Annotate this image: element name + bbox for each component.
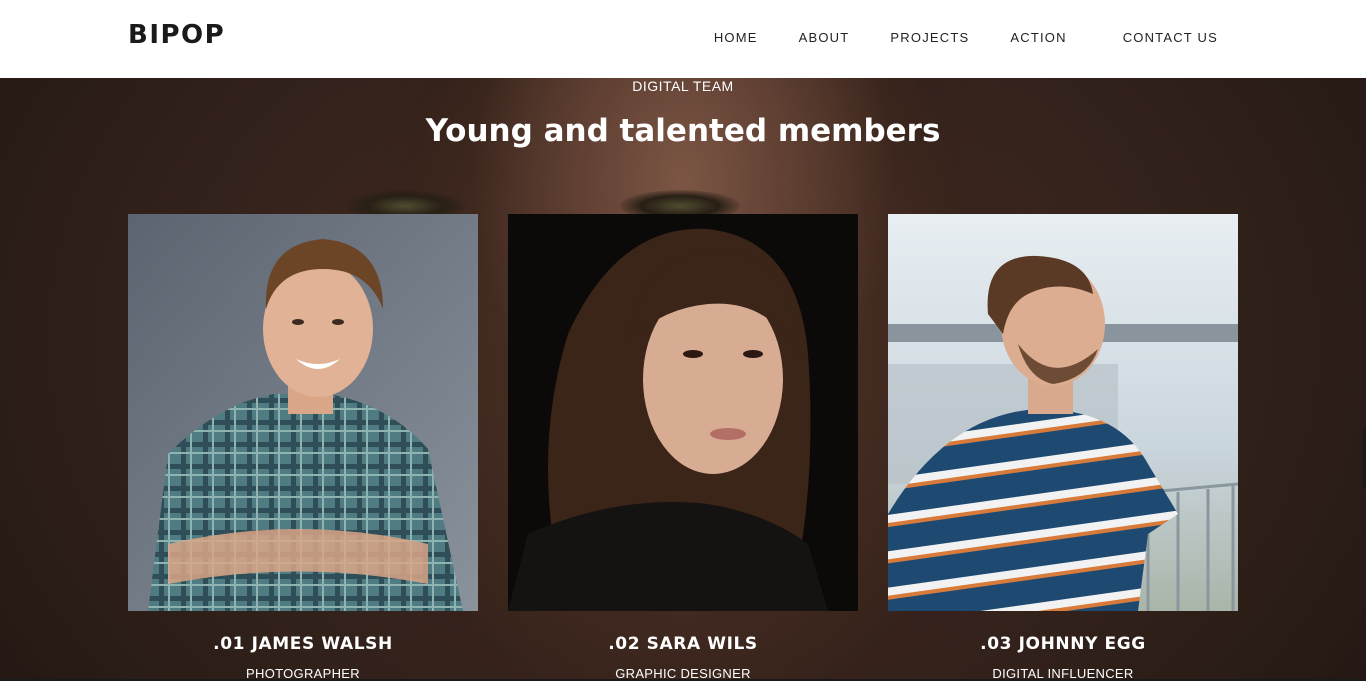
site-logo[interactable]: BIPOP — [128, 20, 225, 50]
member-name: .03 JOHNNY EGG — [980, 634, 1146, 654]
member-card-sara-wils: .02 SARA WILS GRAPHIC DESIGNER — [508, 214, 858, 681]
member-photo-johnny-egg — [888, 214, 1238, 611]
nav-about[interactable]: ABOUT — [799, 30, 850, 45]
main-nav: HOME ABOUT PROJECTS ACTION CONTACT US — [714, 30, 1218, 45]
nav-projects[interactable]: PROJECTS — [890, 30, 969, 45]
member-card-james-walsh: .01 JAMES WALSH PHOTOGRAPHER — [128, 214, 478, 681]
nav-home[interactable]: HOME — [714, 30, 758, 45]
page: BIPOP HOME ABOUT PROJECTS ACTION CONTACT… — [0, 0, 1366, 681]
member-card-johnny-egg: .03 JOHNNY EGG DIGITAL INFLUENCER — [888, 214, 1238, 681]
section-subtitle: DIGITAL TEAM — [632, 78, 734, 94]
member-photo-sara-wils — [508, 214, 858, 611]
member-photo-james-walsh — [128, 214, 478, 611]
nav-contact-us[interactable]: CONTACT US — [1123, 30, 1218, 45]
member-name: .01 JAMES WALSH — [213, 634, 393, 654]
site-header: BIPOP HOME ABOUT PROJECTS ACTION CONTACT… — [0, 0, 1366, 78]
member-name: .02 SARA WILS — [608, 634, 758, 654]
section-title: Young and talented members — [425, 113, 941, 149]
nav-action[interactable]: ACTION — [1010, 30, 1066, 45]
